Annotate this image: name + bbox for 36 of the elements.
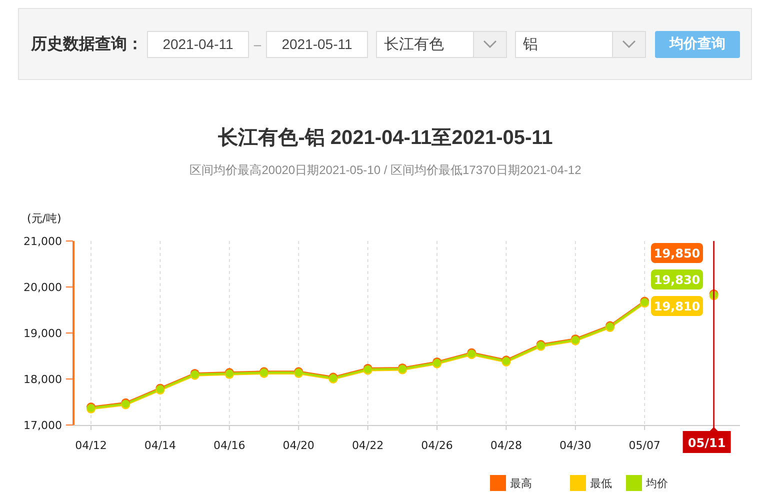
- axis-label: 20,000: [24, 281, 62, 294]
- axis-label: 04/30: [560, 439, 592, 452]
- axis-label: 04/14: [144, 439, 176, 452]
- legend-swatch: [490, 475, 506, 491]
- form-label: 历史数据查询：: [31, 34, 143, 54]
- value-label: 19,850: [651, 243, 703, 263]
- axis-label: 05/07: [628, 439, 660, 452]
- x-tick-label: 05/11: [688, 436, 726, 450]
- dropdown[interactable]: 铝: [515, 30, 646, 58]
- chart-subtitle: 区间均价最高20020日期2021-05-10 / 区间均价最低17370日期2021-04-12: [188, 162, 582, 179]
- legend-swatch: [626, 475, 642, 491]
- chart-title: 长江有色-铝 2021-04-11至2021-05-11: [217, 126, 554, 151]
- legend-label: 均价: [646, 478, 668, 490]
- legend-swatch: [570, 475, 586, 491]
- axis-label: 21,000: [24, 235, 62, 248]
- legend-label: 最低: [590, 478, 612, 490]
- axis-label: 19,000: [24, 327, 62, 340]
- crosshair-label: 05/11: [682, 427, 731, 453]
- axis-label: 04/28: [490, 439, 522, 452]
- axis-title: (元/吨): [27, 212, 62, 225]
- value-label: 19,830: [651, 270, 703, 290]
- date-field[interactable]: 2021-04-11: [147, 30, 249, 58]
- axis-label: 04/12: [75, 439, 107, 452]
- axis-label: 04/20: [282, 439, 314, 452]
- axis-label: 17,000: [24, 419, 62, 432]
- value-label: 19,810: [651, 296, 703, 316]
- date-field[interactable]: 2021-05-11: [266, 30, 368, 58]
- axis-label: 18,000: [24, 373, 62, 386]
- axis-label: 04/22: [352, 439, 384, 452]
- dropdown[interactable]: 长江有色: [376, 30, 507, 58]
- legend-label: 最高: [510, 478, 532, 490]
- date-separator: –: [252, 36, 262, 52]
- axis-label: 04/26: [421, 439, 453, 452]
- chevron-down-icon: [622, 40, 636, 48]
- axis-label: 04/16: [214, 439, 246, 452]
- chevron-down-icon: [483, 40, 497, 48]
